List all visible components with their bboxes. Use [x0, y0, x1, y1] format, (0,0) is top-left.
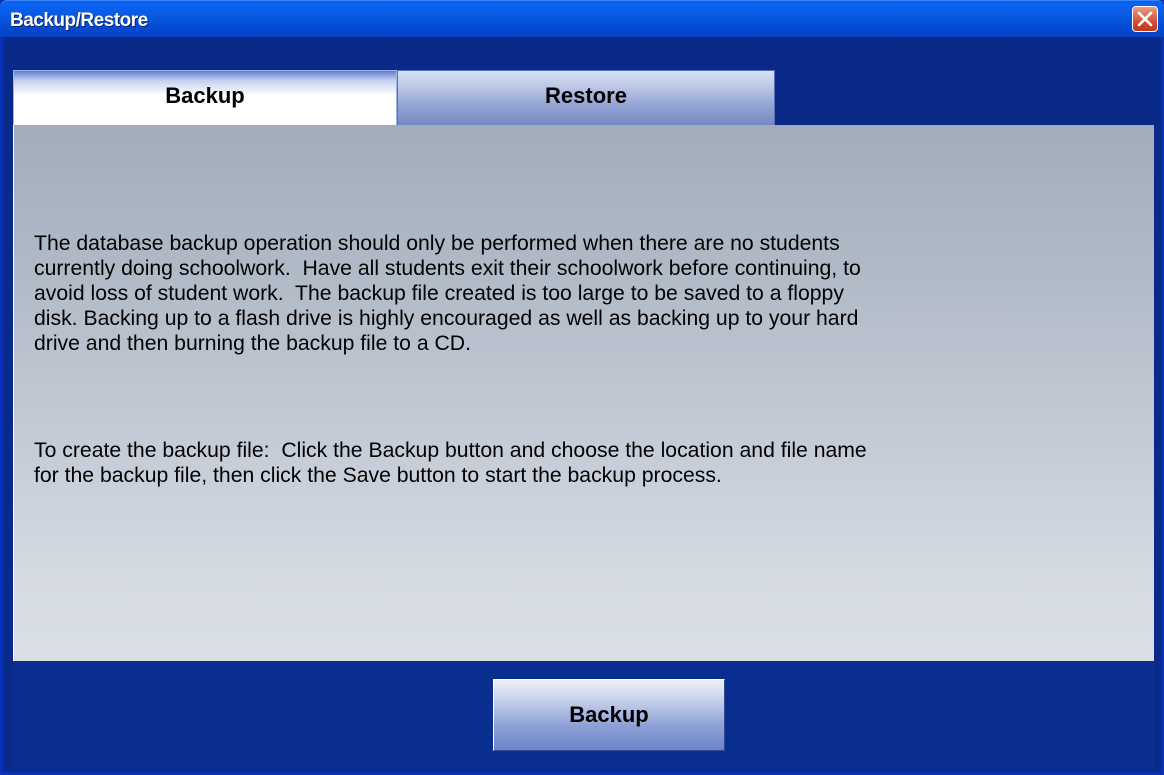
tab-backup-label: Backup	[165, 83, 245, 108]
tab-backup[interactable]: Backup	[13, 70, 397, 125]
close-button[interactable]	[1132, 6, 1158, 32]
window-title: Backup/Restore	[10, 10, 148, 31]
backup-tab-panel: The database backup operation should onl…	[13, 125, 1154, 661]
close-icon	[1137, 11, 1153, 27]
footer-bar: Backup	[13, 661, 1154, 772]
backup-button[interactable]: Backup	[493, 679, 725, 751]
title-bar[interactable]: Backup/Restore	[0, 0, 1164, 37]
backup-instructions-text: To create the backup file: Click the Bac…	[34, 439, 867, 487]
tab-restore[interactable]: Restore	[397, 70, 775, 125]
backup-restore-window: Backup/Restore Backup Restore The databa…	[0, 0, 1164, 775]
backup-warning-text: The database backup operation should onl…	[34, 232, 861, 355]
tab-restore-label: Restore	[545, 83, 627, 108]
